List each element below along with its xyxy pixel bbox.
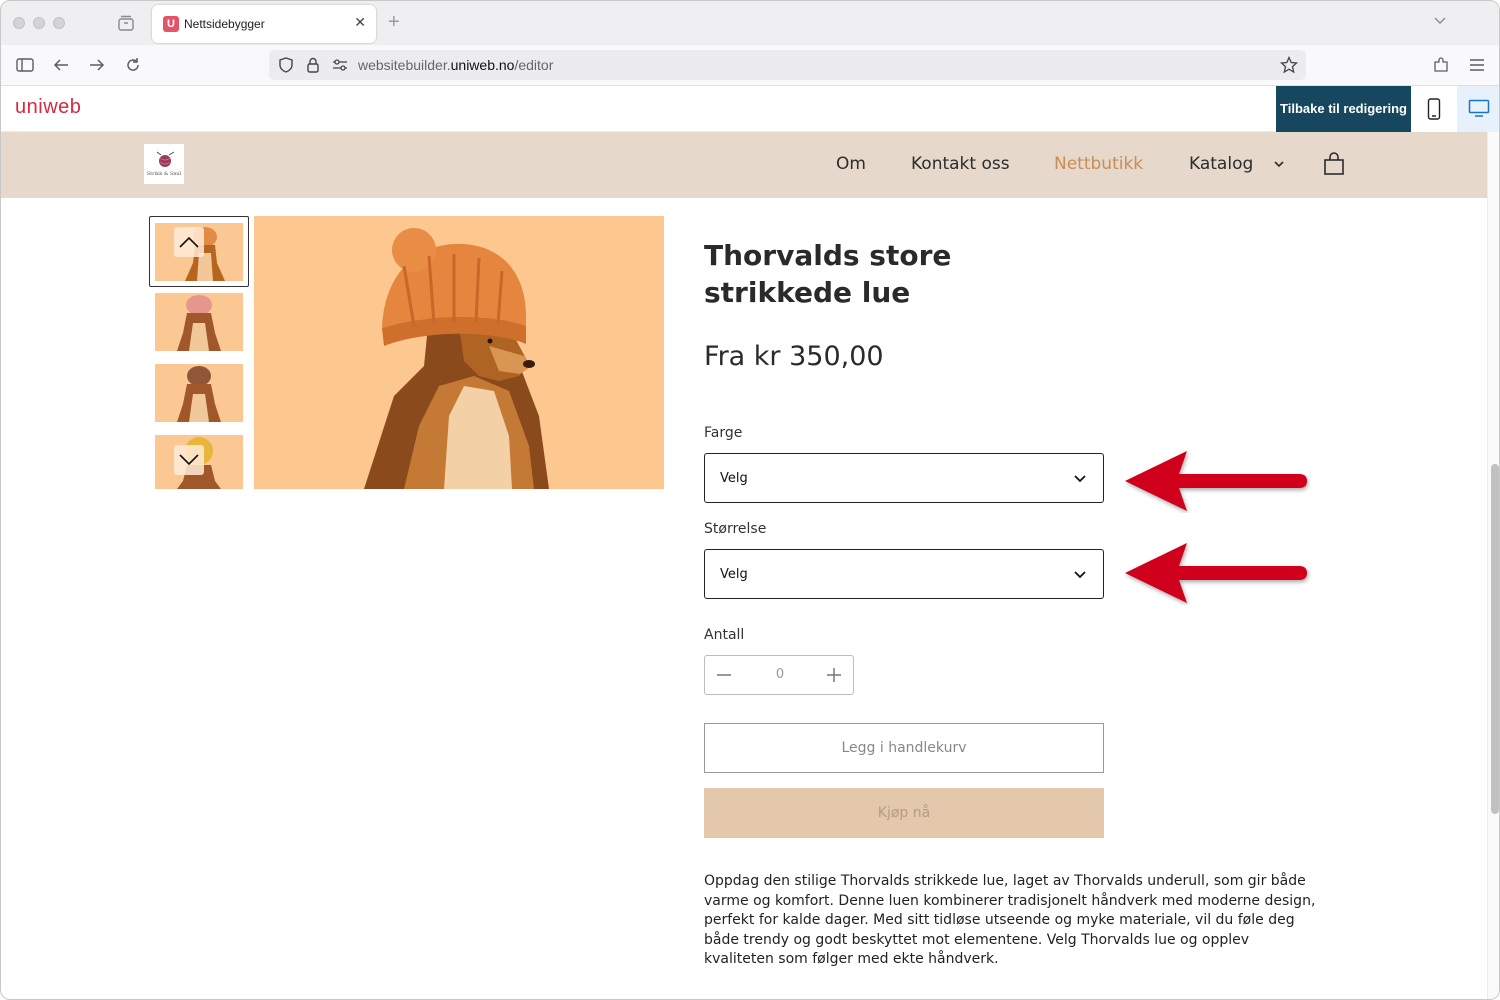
- add-to-cart-button[interactable]: Legg i handlekurv: [704, 723, 1104, 773]
- quantity-stepper[interactable]: 0: [704, 655, 854, 695]
- product-title: Thorvalds store strikkede lue: [704, 239, 952, 309]
- url-path: /editor: [514, 57, 554, 73]
- back-to-editing-button[interactable]: Tilbake til redigering: [1276, 86, 1411, 132]
- size-select-value: Velg: [720, 567, 748, 582]
- thumbnail-2[interactable]: [155, 293, 243, 351]
- color-select[interactable]: Velg: [704, 453, 1104, 503]
- bookmark-star-icon[interactable]: [1280, 56, 1298, 74]
- url-bar[interactable]: websitebuilder.uniweb.no/editor: [269, 50, 1306, 80]
- product-description: Oppdag den stilige Thorvalds strikkede l…: [704, 873, 1316, 967]
- dog-brown-hat-thumbnail-icon: [177, 366, 221, 422]
- yarn-ball-icon: Strikk & Smil: [147, 151, 182, 177]
- sidebar-toggle-icon[interactable]: [15, 55, 35, 75]
- thumbnail-scroll-up-button[interactable]: [174, 227, 204, 257]
- desktop-preview-button[interactable]: [1457, 86, 1499, 132]
- site-header: Strikk & Smil Om Kontakt oss Nettbutikk …: [1, 132, 1487, 198]
- chevron-down-icon: [1074, 571, 1086, 579]
- maximize-window-button[interactable]: [53, 17, 65, 29]
- forward-arrow-icon[interactable]: [87, 55, 107, 75]
- dog-in-knitted-hat-illustration: [364, 228, 549, 489]
- chevron-down-icon: [1274, 161, 1284, 168]
- quantity-label: Antall: [704, 627, 745, 643]
- size-label: Størrelse: [704, 521, 767, 537]
- navigation-bar: websitebuilder.uniweb.no/editor: [1, 45, 1499, 86]
- menu-item-kontakt-oss[interactable]: Kontakt oss: [911, 154, 1010, 174]
- site-logo[interactable]: Strikk & Smil: [144, 144, 184, 184]
- thumbnail-3[interactable]: [155, 364, 243, 422]
- tab-title: Nettsidebygger: [184, 17, 265, 31]
- site-logo-text: Strikk & Smil: [147, 171, 182, 177]
- new-tab-icon[interactable]: +: [388, 11, 400, 34]
- editor-toolbar: uniweb Tilbake til redigering: [1, 86, 1499, 132]
- chevron-down-icon: [179, 454, 199, 466]
- reload-icon[interactable]: [123, 55, 143, 75]
- mobile-preview-button[interactable]: [1411, 86, 1457, 132]
- menu-hamburger-icon[interactable]: [1467, 55, 1487, 75]
- dog-pink-hat-thumbnail-icon: [177, 295, 221, 351]
- color-select-value: Velg: [720, 471, 748, 486]
- annotation-arrow-icon: [1125, 543, 1307, 603]
- menu-item-om[interactable]: Om: [836, 154, 866, 174]
- chevron-down-icon: [1074, 475, 1086, 483]
- back-arrow-icon[interactable]: [51, 55, 71, 75]
- uniweb-favicon-icon: U: [163, 16, 179, 32]
- desktop-monitor-icon: [1468, 99, 1490, 117]
- scrollbar-thumb[interactable]: [1491, 464, 1499, 814]
- url-domain: uniweb.no: [450, 57, 515, 73]
- site-permissions-icon[interactable]: [331, 57, 349, 73]
- mobile-phone-icon: [1427, 98, 1441, 120]
- shield-icon[interactable]: [277, 56, 295, 74]
- size-select[interactable]: Velg: [704, 549, 1104, 599]
- lock-icon[interactable]: [305, 56, 321, 74]
- plus-icon[interactable]: [824, 665, 844, 685]
- close-window-button[interactable]: [13, 17, 25, 29]
- browser-tab[interactable]: U Nettsidebygger ✕: [152, 5, 376, 43]
- menu-item-katalog-label: Katalog: [1189, 154, 1254, 174]
- browser-window: U Nettsidebygger ✕ + websitebuilder.uniw…: [0, 0, 1500, 1000]
- annotation-arrow-icon: [1125, 451, 1307, 511]
- tab-overview-icon[interactable]: [117, 14, 135, 32]
- menu-item-nettbutikk[interactable]: Nettbutikk: [1054, 154, 1143, 174]
- url-prefix: websitebuilder.: [358, 57, 451, 73]
- thumbnail-scroll-down-button[interactable]: [174, 445, 204, 475]
- product-main-image[interactable]: [254, 216, 664, 489]
- page-scrollbar[interactable]: [1487, 132, 1499, 999]
- shopping-bag-icon[interactable]: [1323, 152, 1345, 176]
- chevron-up-icon: [179, 236, 199, 248]
- color-label: Farge: [704, 425, 743, 441]
- minimize-window-button[interactable]: [33, 17, 45, 29]
- uniweb-logo: uniweb: [15, 96, 82, 118]
- buy-now-button[interactable]: Kjøp nå: [704, 788, 1104, 838]
- extensions-icon[interactable]: [1431, 55, 1451, 75]
- tab-bar: U Nettsidebygger ✕ +: [1, 1, 1499, 45]
- close-tab-icon[interactable]: ✕: [354, 14, 366, 31]
- product-price: Fra kr 350,00: [704, 341, 884, 372]
- menu-item-katalog[interactable]: Katalog: [1189, 154, 1284, 174]
- chevron-down-icon[interactable]: [1433, 13, 1447, 27]
- url-text: websitebuilder.uniweb.no/editor: [358, 57, 553, 73]
